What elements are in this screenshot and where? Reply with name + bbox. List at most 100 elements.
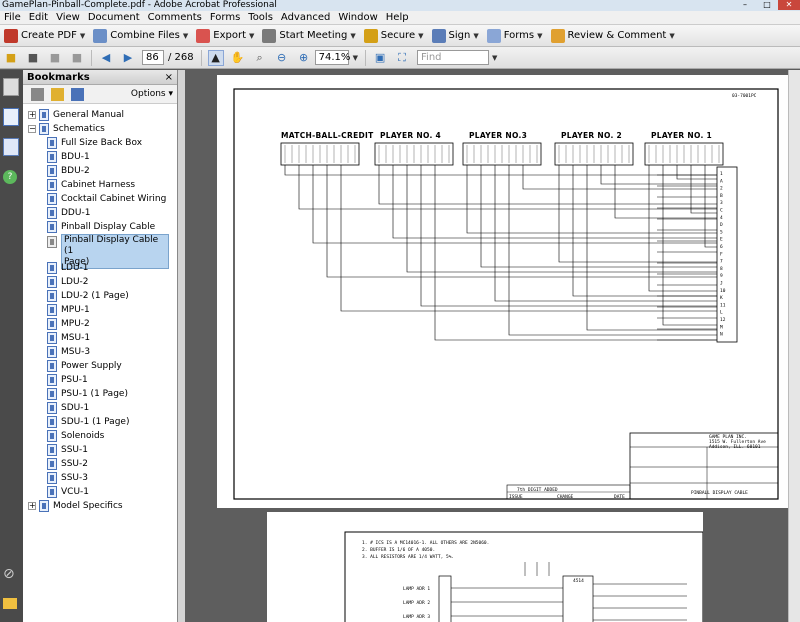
bookmark-item[interactable]: Cocktail Cabinet Wiring: [47, 192, 166, 206]
expand-icon[interactable]: +: [28, 502, 36, 510]
vertical-scrollbar[interactable]: [788, 70, 800, 622]
options-menu[interactable]: Options ▾: [131, 89, 173, 99]
help-icon[interactable]: ?: [3, 170, 17, 184]
pin-label: J: [720, 281, 723, 287]
bookmark-item[interactable]: LDU-2: [47, 275, 89, 289]
next-page-icon[interactable]: ▶: [120, 50, 136, 66]
review-comment-button[interactable]: Review & Comment ▼: [547, 26, 679, 46]
bookmark-item[interactable]: SDU-1 (1 Page): [47, 415, 129, 429]
select-tool-icon[interactable]: ▲: [207, 49, 224, 66]
create-pdf-button[interactable]: Create PDF ▼: [0, 26, 89, 46]
bookmark-item[interactable]: Full Size Back Box: [47, 136, 142, 150]
wire: [326, 165, 717, 278]
hand-tool-icon[interactable]: ✋: [230, 50, 246, 66]
bookmark-label: Pinball Display Cable (1: [64, 235, 159, 256]
bookmark-item[interactable]: LDU-1: [47, 261, 89, 275]
forms-button[interactable]: Forms ▼: [483, 26, 547, 46]
bookmark-label: LDU-2: [61, 277, 89, 287]
document-view[interactable]: 03-7001PC MATCH-BALL-CREDIT PLAYER NO. 4…: [185, 70, 788, 622]
zoom-in-icon[interactable]: ⊕: [296, 50, 312, 66]
sign-button[interactable]: Sign ▼: [428, 26, 483, 46]
bookmark-label: Pinball Display Cable: [61, 222, 156, 232]
pin-label: N: [720, 332, 723, 338]
collapse-icon[interactable]: −: [28, 125, 36, 133]
open-folder-icon[interactable]: ■: [3, 50, 19, 66]
bookmark-item[interactable]: PSU-1: [47, 373, 88, 387]
bookmark-item-selected[interactable]: Pinball Display Cable (1 Page): [47, 234, 169, 269]
find-input[interactable]: Find: [417, 50, 490, 65]
export-button[interactable]: Export ▼: [192, 26, 258, 46]
bookmark-item[interactable]: MSU-3: [47, 345, 90, 359]
bookmark-item[interactable]: SSU-2: [47, 457, 88, 471]
menu-edit[interactable]: Edit: [25, 11, 52, 24]
pin-label: 11: [720, 302, 726, 308]
bookmark-item[interactable]: Power Supply: [47, 359, 122, 373]
menu-document[interactable]: Document: [84, 11, 144, 24]
bookmark-item[interactable]: SSU-1: [47, 443, 88, 457]
bookmark-item[interactable]: DDU-1: [47, 206, 90, 220]
menu-help[interactable]: Help: [382, 11, 413, 24]
wire: [676, 165, 717, 180]
bookmark-item[interactable]: MSU-1: [47, 331, 90, 345]
close-panel-icon[interactable]: ×: [165, 70, 173, 85]
previous-page-icon[interactable]: ◀: [98, 50, 114, 66]
bookmark-icon: [47, 402, 57, 414]
menu-forms[interactable]: Forms: [206, 11, 244, 24]
bookmark-item[interactable]: MPU-1: [47, 303, 90, 317]
zoom-dropdown-icon[interactable]: ▼: [353, 54, 358, 62]
bookmark-item[interactable]: BDU-1: [47, 150, 90, 164]
menu-file[interactable]: File: [0, 11, 25, 24]
connector-label: PLAYER NO. 2: [561, 131, 622, 140]
new-bookmark-icon[interactable]: [51, 88, 64, 101]
menu-window[interactable]: Window: [334, 11, 381, 24]
bookmark-item[interactable]: + General Manual: [28, 108, 124, 122]
minimize-button[interactable]: –: [734, 0, 756, 10]
pin-label: L: [720, 310, 723, 316]
menu-advanced[interactable]: Advanced: [277, 11, 334, 24]
bookmark-item[interactable]: Solenoids: [47, 429, 104, 443]
bookmark-item[interactable]: PSU-1 (1 Page): [47, 387, 128, 401]
maximize-button[interactable]: □: [756, 0, 778, 10]
comments-icon[interactable]: [3, 598, 17, 609]
chevron-down-icon: ▼: [418, 31, 424, 40]
pages-icon[interactable]: [3, 78, 19, 96]
secure-button[interactable]: Secure ▼: [360, 26, 428, 46]
bookmark-item[interactable]: + Model Specifics: [28, 499, 123, 513]
save-icon[interactable]: ■: [47, 50, 63, 66]
bookmark-item[interactable]: VCU-1: [47, 485, 89, 499]
menu-view[interactable]: View: [52, 11, 84, 24]
signatures-icon[interactable]: [3, 138, 19, 156]
bookmarks-icon[interactable]: [3, 108, 19, 126]
bookmark-item[interactable]: − Schematics: [28, 122, 105, 136]
bookmark-item[interactable]: SSU-3: [47, 471, 88, 485]
menu-tools[interactable]: Tools: [244, 11, 277, 24]
zoom-out-icon[interactable]: ⊖: [274, 50, 290, 66]
find-dropdown-icon[interactable]: ▼: [492, 54, 497, 62]
attachments-icon[interactable]: ⊘: [3, 566, 19, 584]
fit-width-icon[interactable]: ⛶: [394, 50, 410, 66]
bookmark-item[interactable]: Cabinet Harness: [47, 178, 135, 192]
bookmark-item[interactable]: LDU-2 (1 Page): [47, 289, 129, 303]
zoom-input[interactable]: 74.1%: [314, 50, 350, 65]
pane-splitter[interactable]: [178, 70, 185, 622]
expand-bookmark-icon[interactable]: [71, 88, 84, 101]
close-button[interactable]: ✕: [778, 0, 800, 10]
page-number-input[interactable]: 86: [142, 50, 164, 65]
bookmark-item[interactable]: SDU-1: [47, 401, 89, 415]
menu-comments[interactable]: Comments: [144, 11, 206, 24]
bookmark-label: Power Supply: [61, 361, 122, 371]
email-icon[interactable]: ■: [69, 50, 85, 66]
bookmark-icon: [47, 430, 57, 442]
bookmark-item[interactable]: BDU-2: [47, 164, 90, 178]
zoom-tool-icon[interactable]: ⌕: [252, 50, 268, 66]
bookmark-icon: [47, 151, 57, 163]
combine-files-button[interactable]: Combine Files ▼: [89, 26, 192, 46]
expand-icon[interactable]: +: [28, 111, 36, 119]
bookmark-item[interactable]: MPU-2: [47, 317, 90, 331]
bookmark-label: Model Specifics: [53, 501, 123, 511]
delete-bookmark-icon[interactable]: [31, 88, 44, 101]
bookmark-item[interactable]: Pinball Display Cable: [47, 220, 155, 234]
start-meeting-button[interactable]: Start Meeting ▼: [258, 26, 359, 46]
print-icon[interactable]: ■: [25, 50, 41, 66]
fit-page-icon[interactable]: ▣: [372, 50, 388, 66]
